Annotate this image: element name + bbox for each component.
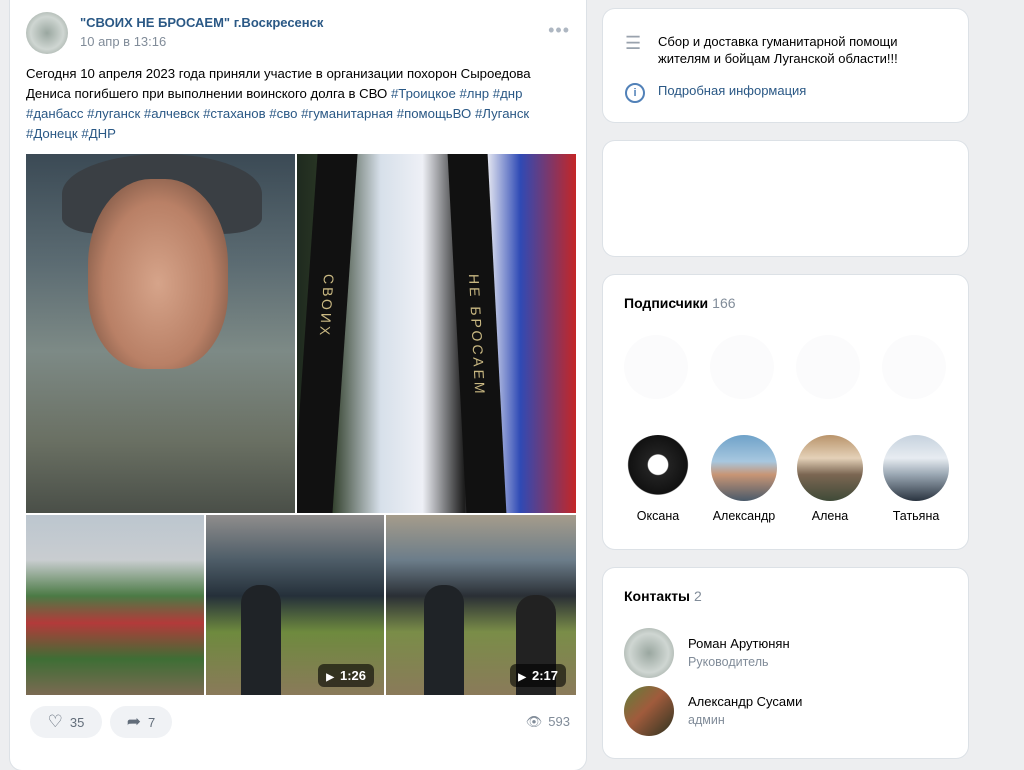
- group-name-link[interactable]: "СВОИХ НЕ БРОСАЕМ" г.Воскресенск: [80, 15, 323, 30]
- subscribers-card: Подписчики 166 Оксана Александр Алена Тат…: [603, 275, 968, 549]
- post-text: Сегодня 10 апреля 2023 года приняли учас…: [26, 64, 571, 144]
- post-date[interactable]: 10 апр в 13:16: [80, 34, 166, 49]
- contact-role: админ: [688, 713, 725, 727]
- ribbon-right-text: НЕ БРОСАЕМ: [465, 274, 489, 397]
- contacts-title[interactable]: Контакты 2: [624, 588, 702, 604]
- post-header: "СВОИХ НЕ БРОСАЕМ" г.Воскресенск 10 апр …: [26, 12, 570, 56]
- like-count: 35: [69, 714, 85, 730]
- video-duration-badge[interactable]: ▶ 2:17: [510, 664, 566, 687]
- post-footer: ♡ 35 ➦ 7 👁 593: [20, 706, 570, 742]
- subscribers-title[interactable]: Подписчики 166: [624, 295, 736, 311]
- speaker-figure: [424, 585, 464, 695]
- wall-post: "СВОИХ НЕ БРОСАЕМ" г.Воскресенск 10 апр …: [10, 0, 586, 770]
- placeholder-avatar: [882, 335, 946, 399]
- subscribers-count: 166: [712, 295, 736, 311]
- subscriber-item[interactable]: Алена: [788, 435, 872, 523]
- hashtag[interactable]: #днр: [493, 86, 523, 101]
- video-thumbnail-1[interactable]: ▶ 1:26: [206, 515, 384, 695]
- like-button[interactable]: ♡ 35: [30, 706, 102, 738]
- contact-avatar: [624, 686, 674, 736]
- text-lines-icon: ☰: [625, 33, 642, 53]
- subscriber-avatar: [883, 435, 949, 501]
- contact-avatar: [624, 628, 674, 678]
- hashtag[interactable]: #сво: [269, 106, 297, 121]
- subscriber-name: Александр: [712, 509, 776, 523]
- grave-photo[interactable]: [26, 515, 204, 695]
- info-icon: i: [625, 83, 645, 103]
- contact-name: Александр Сусами: [688, 694, 803, 709]
- play-icon: ▶: [518, 672, 526, 683]
- hashtag[interactable]: #данбасс: [26, 106, 83, 121]
- contact-item[interactable]: Александр Сусами админ: [624, 686, 954, 738]
- ribbon-left: СВОИХ: [297, 154, 358, 513]
- ribbon-right: НЕ БРОСАЕМ: [447, 154, 507, 513]
- contact-name: Роман Арутюнян: [688, 636, 790, 651]
- subscriber-item[interactable]: Оксана: [616, 435, 700, 523]
- heart-icon: ♡: [47, 712, 63, 731]
- empty-card: [603, 141, 968, 256]
- group-description-card: ☰ Сбор и доставка гуманитарной помощи жи…: [603, 9, 968, 122]
- more-info-link[interactable]: Подробная информация: [658, 83, 806, 98]
- views-counter: 👁 593: [526, 714, 570, 730]
- subscriber-item[interactable]: Александр: [702, 435, 786, 523]
- more-options-icon[interactable]: •••: [548, 20, 570, 41]
- video-duration: 2:17: [531, 668, 558, 683]
- hashtag[interactable]: #лнр: [459, 86, 489, 101]
- contacts-label: Контакты: [624, 588, 691, 604]
- placeholder-avatar: [624, 335, 688, 399]
- contact-role: Руководитель: [688, 655, 769, 669]
- hashtag[interactable]: #Троицкое: [391, 86, 456, 101]
- subscribers-label: Подписчики: [624, 295, 709, 311]
- contact-item[interactable]: Роман Арутюнян Руководитель: [624, 628, 954, 680]
- subscriber-avatar: [625, 435, 691, 501]
- play-icon: ▶: [326, 672, 334, 683]
- speaker-figure: [241, 585, 281, 695]
- share-count: 7: [148, 714, 156, 730]
- hashtag[interactable]: #помощьВО: [397, 106, 472, 121]
- face-shape: [88, 179, 228, 369]
- hashtag[interactable]: #луганск: [87, 106, 140, 121]
- views-count: 593: [548, 714, 570, 729]
- subscriber-name: Оксана: [636, 509, 680, 523]
- hashtag[interactable]: #стаханов: [203, 106, 266, 121]
- subscriber-item[interactable]: Татьяна: [874, 435, 958, 523]
- group-avatar[interactable]: [26, 12, 68, 54]
- ribbon-left-text: СВОИХ: [316, 274, 338, 339]
- wreath-photo[interactable]: СВОИХ НЕ БРОСАЕМ: [297, 154, 576, 513]
- share-arrow-icon: ➦: [126, 712, 141, 731]
- placeholder-avatar: [796, 335, 860, 399]
- contacts-count: 2: [694, 588, 702, 604]
- portrait-photo[interactable]: [26, 154, 295, 513]
- hashtag[interactable]: #гуманитарная: [301, 106, 393, 121]
- placeholder-row: [624, 335, 949, 405]
- subscriber-name: Татьяна: [892, 509, 940, 523]
- hashtag[interactable]: #Донецк: [26, 126, 78, 141]
- subscriber-name: Алена: [811, 509, 849, 523]
- placeholder-avatar: [710, 335, 774, 399]
- video-duration: 1:26: [339, 668, 366, 683]
- hashtag[interactable]: #алчевск: [144, 106, 200, 121]
- post-media-grid: СВОИХ НЕ БРОСАЕМ ▶ 1:26 ▶ 2:17: [26, 154, 576, 695]
- hashtag[interactable]: #Луганск: [475, 106, 529, 121]
- contacts-card: Контакты 2 Роман Арутюнян Руководитель Ал…: [603, 568, 968, 758]
- video-duration-badge[interactable]: ▶ 1:26: [318, 664, 374, 687]
- group-description: Сбор и доставка гуманитарной помощи жите…: [658, 34, 898, 66]
- share-button[interactable]: ➦ 7: [110, 706, 172, 738]
- video-thumbnail-2[interactable]: ▶ 2:17: [386, 515, 576, 695]
- hashtag[interactable]: #ДНР: [81, 126, 116, 141]
- eye-icon: 👁: [525, 714, 543, 729]
- subscriber-avatar: [711, 435, 777, 501]
- subscriber-avatar: [797, 435, 863, 501]
